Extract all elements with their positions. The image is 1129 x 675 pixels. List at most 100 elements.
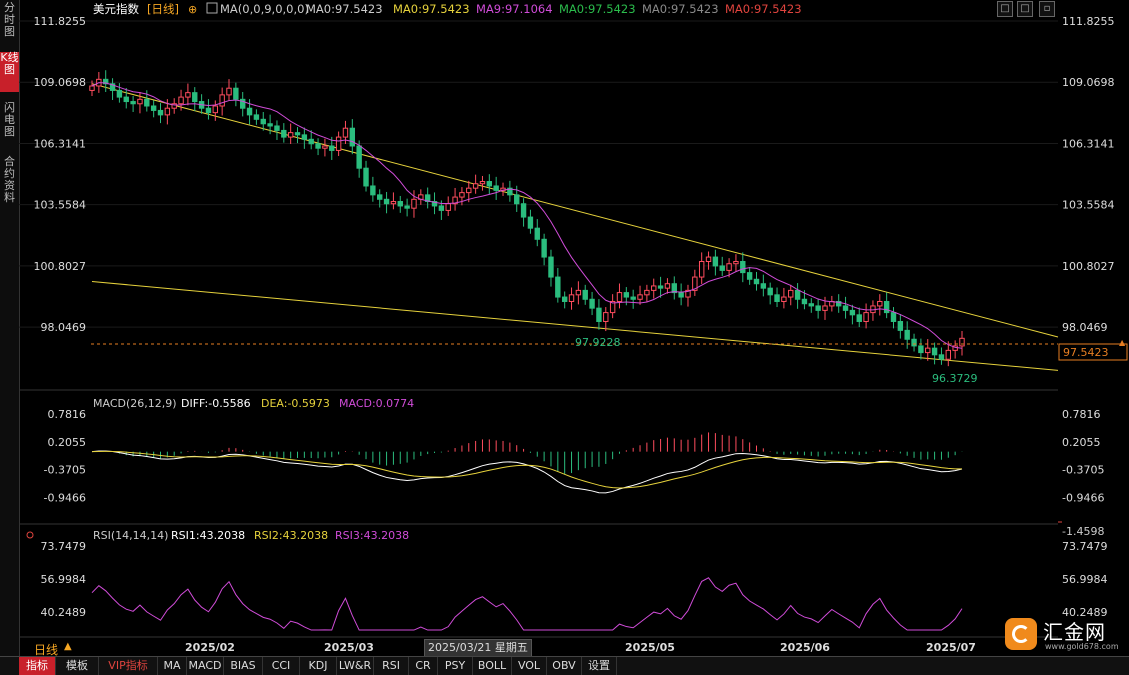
brand-logo: 汇金网 www.gold678.com <box>1005 612 1123 656</box>
period-arrow-icon[interactable]: ▲ <box>64 641 72 652</box>
candle-body <box>164 107 171 116</box>
price-tick-right: 111.8255 <box>1062 15 1115 28</box>
candle-body <box>287 132 294 138</box>
macd-tick-right: 0.2055 <box>1062 436 1101 449</box>
candle-body <box>603 312 609 322</box>
macd-tick-left: -0.9466 <box>44 491 86 504</box>
candle-body <box>767 287 773 296</box>
macd-dea-line <box>91 450 963 489</box>
price-tick-left: 103.5584 <box>34 199 87 212</box>
candle-body <box>322 145 328 149</box>
price-tick-right: 98.0469 <box>1062 321 1108 334</box>
candle-body <box>157 109 164 116</box>
period-tag: [日线] <box>147 2 179 16</box>
price-tick-right: 109.0698 <box>1062 76 1115 89</box>
candle-body <box>219 94 225 107</box>
candle-body <box>233 87 239 100</box>
candle-body <box>383 198 390 205</box>
ma-value-3: MA9:97.1064 <box>476 2 553 16</box>
candle-body <box>472 183 479 189</box>
macd-dea: DEA:-0.5973 <box>261 397 330 410</box>
toolbar-settings[interactable]: 设置 <box>582 657 617 675</box>
candle-body <box>486 181 493 187</box>
candle-body <box>918 345 924 354</box>
candle-body <box>329 145 335 151</box>
ma-value-5: MA0:97.5423 <box>642 2 719 16</box>
toolbar-lwr[interactable]: LW&R <box>337 657 374 675</box>
candle-body <box>548 256 554 278</box>
toolbar-cr[interactable]: CR <box>409 657 438 675</box>
candle-body <box>514 194 520 205</box>
toolbar-template[interactable]: 模板 <box>56 657 99 675</box>
price-tick-left: 109.0698 <box>34 76 87 89</box>
candle-body <box>582 289 588 300</box>
rsi-tick-right: 56.9984 <box>1062 573 1108 586</box>
rsi-tick-left: 73.7479 <box>41 540 87 553</box>
rsi-settings-icon[interactable] <box>26 531 34 539</box>
candle-body <box>144 98 150 107</box>
candle-body <box>808 303 814 307</box>
candle-body <box>877 300 883 307</box>
rsi-tick-right: 73.7479 <box>1062 540 1108 553</box>
window-button-3[interactable]: ▫ <box>1039 1 1055 17</box>
toolbar-psy[interactable]: PSY <box>438 657 473 675</box>
candle-body <box>781 296 787 302</box>
candle-body <box>137 98 143 105</box>
candle-body <box>246 107 253 116</box>
window-button-1[interactable]: □ <box>997 1 1013 17</box>
toolbar-bias[interactable]: BIAS <box>224 657 263 675</box>
rsi-tick-left: 40.2489 <box>41 606 87 619</box>
toolbar-kdj[interactable]: KDJ <box>300 657 337 675</box>
candle-body <box>397 201 403 207</box>
candle-body <box>349 127 356 147</box>
ma-value-1: MA0:97.5423 <box>306 2 383 16</box>
toolbar-indicator[interactable]: 指标 <box>19 657 56 675</box>
candle-body <box>842 305 849 311</box>
candle-body <box>404 205 410 209</box>
price-tick-left: 98.0469 <box>41 321 87 334</box>
candle-body <box>890 312 897 322</box>
chart-app: 分时图 K线图 闪电图 合约资料 美元指数 [日线] ⊕ MA(0,0,9,0,… <box>0 0 1129 675</box>
price-tick-left: 111.8255 <box>34 15 87 28</box>
price-tick-right: 103.5584 <box>1062 199 1115 212</box>
toolbar-vol[interactable]: VOL <box>512 657 547 675</box>
candle-body <box>534 227 540 240</box>
settings-icon[interactable]: ⊕ <box>188 3 197 16</box>
kline-chart[interactable]: 美元指数 [日线] ⊕ MA(0,0,9,0,0,0) MA0:97.5423 … <box>0 0 1129 656</box>
toolbar-macd[interactable]: MACD <box>187 657 224 675</box>
toolbar-rsi[interactable]: RSI <box>374 657 409 675</box>
candle-body <box>315 143 321 149</box>
candle-body <box>740 261 746 274</box>
x-axis-label: 2025/03 <box>324 641 374 654</box>
rsi-tick-left: 56.9984 <box>41 573 87 586</box>
candle-body <box>459 192 465 198</box>
candle-body <box>294 132 301 136</box>
candle-body <box>377 194 383 200</box>
candle-body <box>698 261 705 278</box>
candle-body <box>651 285 657 291</box>
candle-body <box>185 92 191 98</box>
ma-value-2: MA0:97.5423 <box>393 2 470 16</box>
window-button-2[interactable]: □ <box>1017 1 1033 17</box>
macd-tick-right: -0.3705 <box>1062 464 1104 477</box>
toolbar-boll[interactable]: BOLL <box>473 657 512 675</box>
toolbar-vip-indicator[interactable]: VIP指标 <box>99 657 158 675</box>
candle-body <box>575 289 582 296</box>
toolbar-cci[interactable]: CCI <box>263 657 300 675</box>
grid <box>19 20 1058 328</box>
price-tick-left: 100.8027 <box>34 260 87 273</box>
candle-body <box>815 305 821 311</box>
candle-body <box>123 96 129 103</box>
candle-body <box>705 256 712 263</box>
candle-body <box>390 201 397 205</box>
price-tick-right: 100.8027 <box>1062 260 1115 273</box>
x-axis-label: 2025/06 <box>780 641 830 654</box>
candle-body <box>527 216 534 229</box>
toolbar-ma[interactable]: MA <box>158 657 187 675</box>
ma-toggle-icon[interactable] <box>206 2 218 14</box>
candle-body <box>616 292 623 302</box>
candle-body <box>925 347 931 354</box>
candle-body <box>356 145 362 169</box>
candle-body <box>746 272 753 280</box>
toolbar-obv[interactable]: OBV <box>547 657 582 675</box>
